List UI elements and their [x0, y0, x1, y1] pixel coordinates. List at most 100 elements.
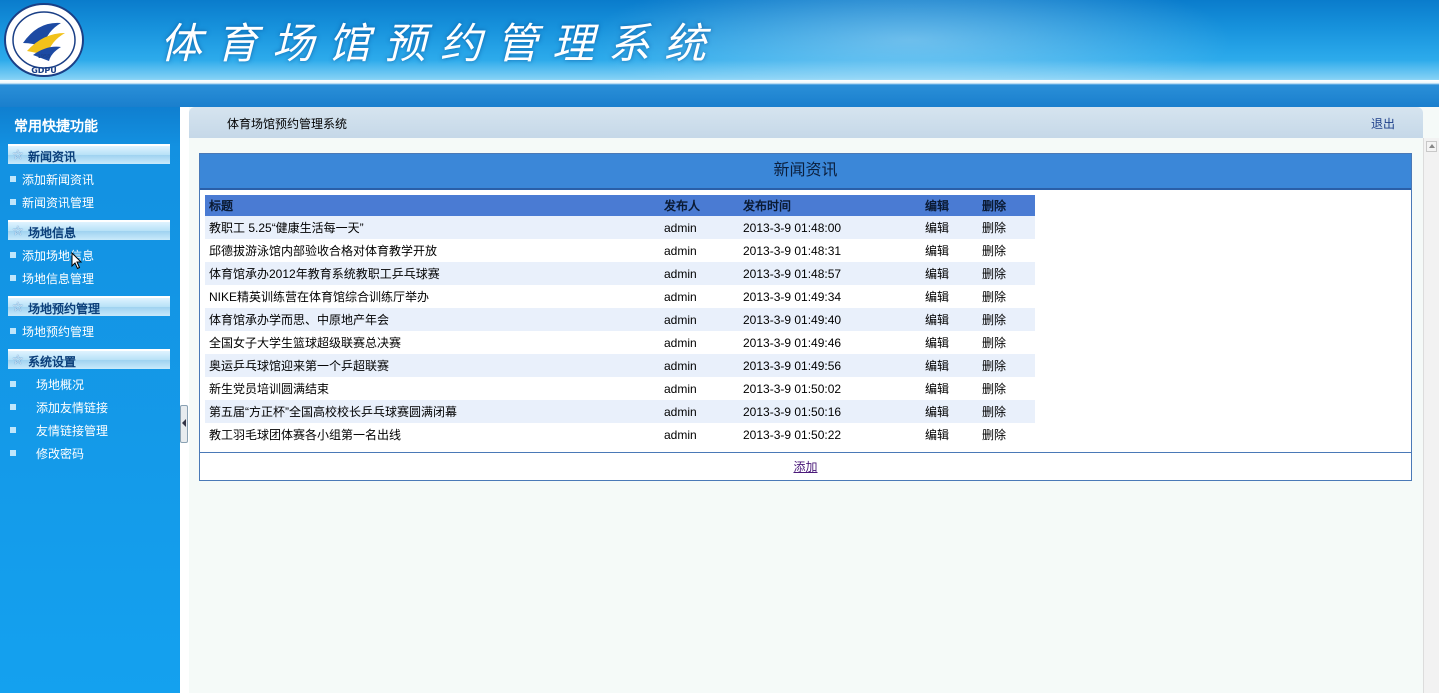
scroll-up-arrow-icon[interactable]	[1426, 141, 1437, 152]
sidebar-collapse-handle[interactable]	[180, 405, 188, 443]
bullet-icon	[10, 426, 16, 433]
delete-link[interactable]: 删除	[978, 354, 1035, 377]
edit-link[interactable]: 编辑	[921, 377, 978, 400]
row-title: 新生党员培训圆满结束	[209, 382, 330, 396]
row-author: admin	[660, 308, 739, 331]
edit-link[interactable]: 编辑	[921, 285, 978, 308]
row-title: 邱德拔游泳馆内部验收合格对体育教学开放	[209, 244, 438, 258]
sidebar-item-add-news[interactable]: 添加新闻资讯	[10, 171, 94, 189]
sidebar-group-booking[interactable]: ☆ 场地预约管理	[8, 296, 170, 316]
delete-link[interactable]: 删除	[978, 423, 1035, 446]
vertical-scrollbar[interactable]	[1423, 138, 1439, 693]
row-title: 体育馆承办2012年教育系统教职工乒乓球赛	[205, 262, 660, 285]
edit-link[interactable]: 编辑	[921, 308, 978, 331]
chevron-left-icon	[182, 419, 186, 427]
sidebar-item-label: 场地概况	[36, 378, 85, 392]
sidebar-group-label: 新闻资讯	[28, 150, 77, 164]
bullet-icon	[10, 327, 16, 334]
sidebar-item-label: 场地信息管理	[22, 272, 95, 286]
sidebar-item-label: 添加场地信息	[22, 249, 95, 263]
row-title: 教工羽毛球团体赛各小组第一名出线	[209, 428, 402, 442]
sidebar-title: 常用快捷功能	[14, 118, 98, 134]
edit-link[interactable]: 编辑	[921, 262, 978, 285]
row-time: 2013-3-9 01:48:00	[739, 216, 921, 239]
edit-link[interactable]: 编辑	[921, 423, 978, 446]
delete-link[interactable]: 删除	[978, 400, 1035, 423]
header-band	[0, 80, 1439, 107]
edit-link[interactable]: 编辑	[921, 400, 978, 423]
row-title: 奥运乒乓球馆迎来第一个乒超联赛	[205, 354, 660, 377]
row-title: 教职工 5.25“健康生活每一天”	[205, 216, 660, 239]
delete-link[interactable]: 删除	[978, 262, 1035, 285]
top-bar: 体育场馆预约管理系统 退出	[189, 107, 1423, 138]
mouse-cursor-icon	[71, 252, 83, 270]
bullet-icon	[10, 198, 16, 205]
bullet-icon	[10, 274, 16, 281]
sidebar-item-change-password[interactable]: 修改密码	[10, 445, 84, 463]
table-row: 教工羽毛球团体赛各小组第一名出线 admin 2013-3-9 01:50:22 编辑…	[205, 423, 1035, 446]
row-time: 2013-3-9 01:49:40	[739, 308, 921, 331]
delete-link[interactable]: 删除	[978, 239, 1035, 262]
edit-link[interactable]: 编辑	[921, 216, 978, 239]
table-row: 第五届“方正杯”全国高校校长乒乓球赛圆满闭幕 admin 2013-3-9 01:5…	[205, 400, 1035, 423]
table-row: NIKE精英训练营在体育馆综合训练厅举办 admin 2013-3-9 01:49:…	[205, 285, 1035, 308]
row-time: 2013-3-9 01:48:31	[743, 243, 842, 258]
delete-link[interactable]: 删除	[978, 331, 1035, 354]
row-author: admin	[660, 400, 739, 423]
sidebar-item-label: 添加友情链接	[36, 401, 109, 415]
sidebar-group-news[interactable]: ☆ 新闻资讯	[8, 144, 170, 164]
bullet-icon	[10, 175, 16, 182]
sidebar-item-label: 修改密码	[36, 447, 85, 461]
row-author: admin	[660, 262, 739, 285]
add-news-link[interactable]: 添加	[793, 460, 817, 474]
edit-link[interactable]: 编辑	[921, 239, 978, 262]
sidebar-item-manage-links[interactable]: 友情链接管理	[10, 422, 108, 440]
table-row: 体育馆承办2012年教育系统教职工乒乓球赛 admin 2013-3-9 01:48…	[205, 262, 1035, 285]
edit-link[interactable]: 编辑	[921, 354, 978, 377]
star-icon: ☆	[12, 352, 24, 367]
table-row: 教职工 5.25“健康生活每一天” admin 2013-3-9 01:48:00 编…	[205, 216, 1035, 239]
row-time: 2013-3-9 01:50:22	[743, 427, 842, 442]
sidebar-item-add-link[interactable]: 添加友情链接	[10, 399, 108, 417]
column-header-delete: 删除	[978, 195, 1035, 216]
table-row: 全国女子大学生篮球超级联赛总决赛 admin 2013-3-9 01:49:46 编辑…	[205, 331, 1035, 354]
panel-footer: 添加	[200, 452, 1411, 481]
star-icon: ☆	[12, 223, 24, 238]
row-author: admin	[664, 427, 697, 442]
sidebar-item-label: 新闻资讯管理	[22, 196, 95, 210]
logout-link[interactable]: 退出	[1371, 115, 1395, 132]
sidebar-group-settings[interactable]: ☆ 系统设置	[8, 349, 170, 369]
delete-link[interactable]: 删除	[978, 308, 1035, 331]
sidebar-item-manage-news[interactable]: 新闻资讯管理	[10, 194, 94, 212]
sidebar-group-label: 系统设置	[28, 355, 77, 369]
svg-text:1958: 1958	[38, 54, 51, 60]
table-header-row: 标题 发布人 发布时间 编辑 删除	[205, 195, 1035, 216]
sidebar-group-venue[interactable]: ☆ 场地信息	[8, 220, 170, 240]
table-row: 奥运乒乓球馆迎来第一个乒超联赛 admin 2013-3-9 01:49:56 编辑删…	[205, 354, 1035, 377]
delete-link[interactable]: 删除	[978, 216, 1035, 239]
news-table: 标题 发布人 发布时间 编辑 删除 教职工 5.25“健康生活每一天” admin…	[205, 195, 1035, 446]
table-row: 邱德拔游泳馆内部验收合格对体育教学开放 admin 2013-3-9 01:48:3…	[205, 239, 1035, 262]
sidebar-item-manage-booking[interactable]: 场地预约管理	[10, 323, 94, 341]
row-time: 2013-3-9 01:48:57	[739, 262, 921, 285]
row-author: admin	[664, 335, 697, 350]
row-title: NIKE精英训练营在体育馆综合训练厅举办	[209, 290, 430, 304]
header-banner: 1958 GDPU 体育场馆预约管理系统	[0, 0, 1439, 80]
row-author: admin	[660, 354, 739, 377]
university-logo: 1958 GDPU	[4, 3, 84, 77]
row-time: 2013-3-9 01:49:34	[743, 289, 842, 304]
table-row: 新生党员培训圆满结束 admin 2013-3-9 01:50:02 编辑 删除	[205, 377, 1035, 400]
column-header-time: 发布时间	[739, 195, 921, 216]
sidebar-item-manage-venue[interactable]: 场地信息管理	[10, 270, 94, 288]
row-author: admin	[660, 216, 739, 239]
sidebar-item-venue-overview[interactable]: 场地概况	[10, 376, 84, 394]
sidebar: 常用快捷功能 ☆ 新闻资讯 添加新闻资讯 新闻资讯管理 ☆ 场地信息 添加场地信…	[0, 107, 180, 693]
bullet-icon	[10, 449, 16, 456]
row-title: 第五届“方正杯”全国高校校长乒乓球赛圆满闭幕	[205, 400, 660, 423]
breadcrumb: 体育场馆预约管理系统	[227, 117, 348, 131]
delete-link[interactable]: 删除	[978, 285, 1035, 308]
edit-link[interactable]: 编辑	[921, 331, 978, 354]
row-title: 体育馆承办学而思、中原地产年会	[205, 308, 660, 331]
row-title: 全国女子大学生篮球超级联赛总决赛	[209, 336, 402, 350]
delete-link[interactable]: 删除	[978, 377, 1035, 400]
